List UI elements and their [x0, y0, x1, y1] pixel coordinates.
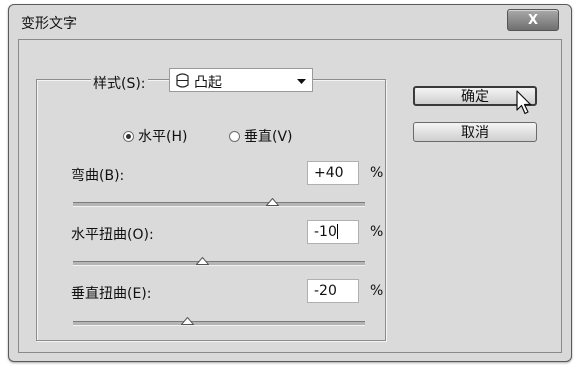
title-bar[interactable]: 变形文字 X [9, 5, 571, 39]
chevron-down-icon [297, 79, 306, 84]
v-distort-value: -20 [314, 283, 337, 299]
warp-text-dialog: 变形文字 X 样式(S): 凸起 水平(H) 垂直(V) 弯曲(B): +40 … [8, 4, 572, 362]
dialog-body: 样式(S): 凸起 水平(H) 垂直(V) 弯曲(B): +40 % 水平扭曲(… [18, 39, 562, 353]
h-distort-slider-track[interactable] [73, 261, 365, 266]
cancel-button[interactable]: 取消 [413, 122, 537, 142]
text-caret [336, 224, 338, 239]
close-icon: X [527, 12, 539, 28]
mouse-pointer-icon [516, 90, 532, 115]
v-distort-slider-track[interactable] [73, 321, 365, 326]
bend-value: +40 [314, 165, 344, 181]
h-distort-value: -10 [314, 224, 337, 240]
bend-label: 弯曲(B): [71, 168, 125, 184]
style-dropdown[interactable]: 凸起 [169, 68, 313, 92]
radio-vertical[interactable]: 垂直(V) [229, 126, 293, 146]
v-distort-label: 垂直扭曲(E): [71, 286, 152, 302]
bend-slider-thumb[interactable] [266, 198, 279, 206]
v-distort-input[interactable]: -20 [307, 279, 359, 303]
style-label: 样式(S): [91, 73, 148, 93]
style-value: 凸起 [194, 75, 222, 91]
bend-unit: % [370, 165, 384, 181]
radio-horizontal[interactable]: 水平(H) [123, 126, 187, 146]
v-distort-slider-thumb[interactable] [181, 317, 194, 325]
radio-vertical-dot [229, 130, 240, 142]
h-distort-label: 水平扭曲(O): [71, 227, 154, 243]
h-distort-slider-thumb[interactable] [196, 257, 209, 265]
bend-slider-track[interactable] [73, 202, 365, 207]
cancel-button-label: 取消 [461, 125, 489, 141]
close-button[interactable]: X [507, 9, 559, 31]
dialog-title: 变形文字 [21, 16, 77, 32]
ok-button-label: 确定 [461, 89, 489, 105]
h-distort-input[interactable]: -10 [307, 220, 359, 244]
radio-horizontal-dot [123, 130, 134, 142]
radio-vertical-label: 垂直(V) [244, 129, 293, 145]
radio-horizontal-label: 水平(H) [138, 129, 188, 145]
bulge-shape-icon [176, 73, 189, 88]
v-distort-unit: % [370, 283, 384, 299]
bend-input[interactable]: +40 [307, 161, 359, 185]
h-distort-unit: % [370, 224, 384, 240]
